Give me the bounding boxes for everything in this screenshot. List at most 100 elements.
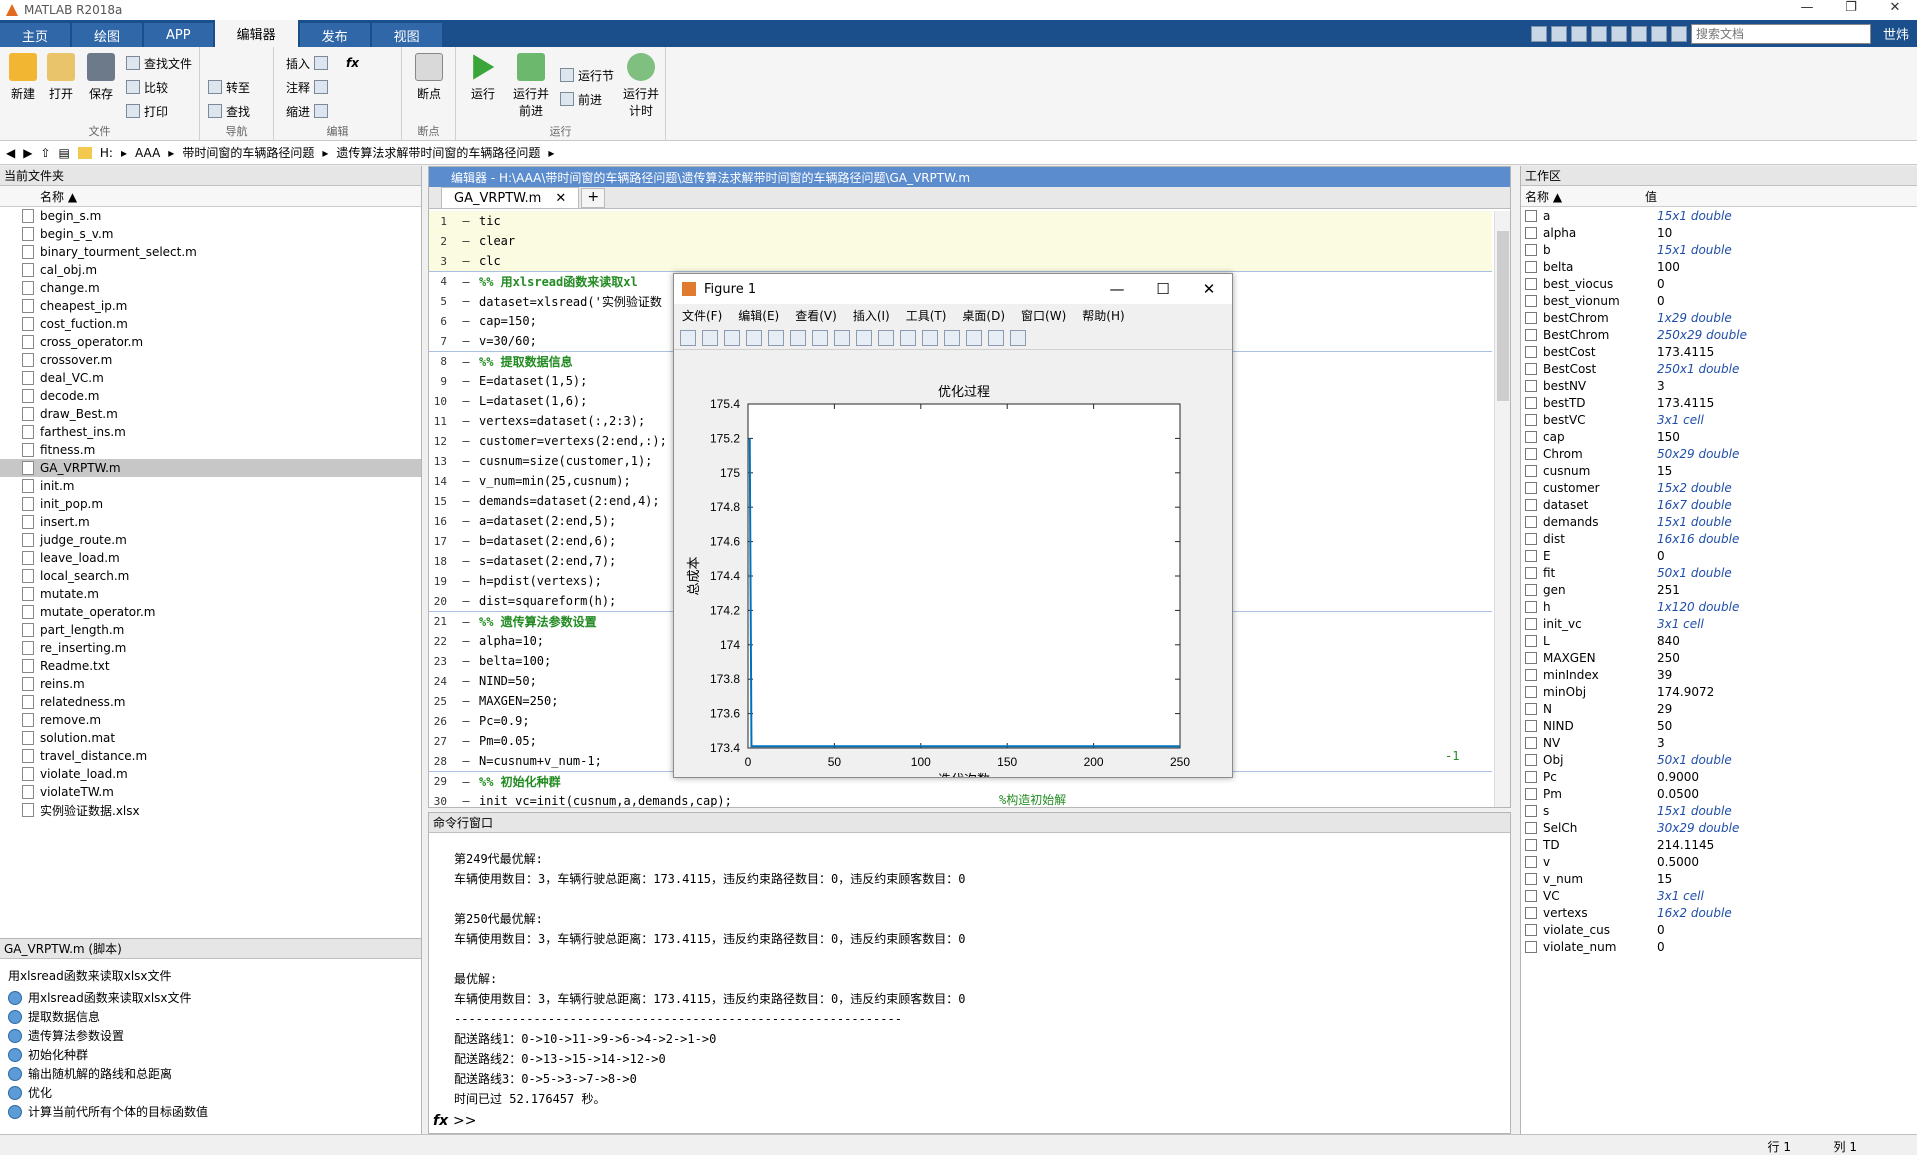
file-item[interactable]: relatedness.m bbox=[0, 693, 421, 711]
open-button[interactable]: 打开 bbox=[42, 53, 80, 102]
workspace-variable[interactable]: minObj 174.9072 bbox=[1521, 683, 1917, 700]
code-line[interactable]: 1– tic bbox=[429, 211, 1492, 231]
zoom-out-icon[interactable] bbox=[812, 329, 828, 346]
workspace-variable[interactable]: init_vc 3x1 cell bbox=[1521, 615, 1917, 632]
workspace-variable[interactable]: E0 bbox=[1521, 547, 1917, 564]
breakpoint-gutter[interactable]: – bbox=[453, 594, 479, 608]
workspace-variable[interactable]: v 0.5000 bbox=[1521, 853, 1917, 870]
run-button[interactable]: 运行 bbox=[464, 53, 502, 102]
pointer-icon[interactable] bbox=[768, 329, 784, 346]
breakpoint-gutter[interactable]: – bbox=[453, 694, 479, 708]
workspace-variable[interactable]: demands 15x1 double bbox=[1521, 513, 1917, 530]
browse-icon[interactable]: ▤ bbox=[59, 146, 70, 160]
help-icon[interactable] bbox=[1670, 25, 1687, 42]
workspace-variable[interactable]: L 840 bbox=[1521, 632, 1917, 649]
compare-button[interactable]: 比较 bbox=[126, 77, 168, 97]
brush-icon[interactable] bbox=[900, 329, 916, 346]
breakpoint-gutter[interactable]: – bbox=[453, 355, 479, 369]
back-icon[interactable]: ◀ bbox=[6, 146, 15, 160]
file-item[interactable]: deal_VC.m bbox=[0, 369, 421, 387]
maximize-button[interactable]: ❐ bbox=[1829, 0, 1873, 15]
up-folder-icon[interactable]: ⇧ bbox=[40, 146, 50, 160]
comment-button[interactable]: 注释 bbox=[286, 77, 329, 97]
file-item[interactable]: judge_route.m bbox=[0, 531, 421, 549]
workspace-variable[interactable]: best_vionum 0 bbox=[1521, 292, 1917, 309]
forward-icon[interactable]: ▶ bbox=[23, 146, 32, 160]
command-prompt[interactable]: fx >> bbox=[433, 1113, 476, 1129]
link-plot-icon[interactable] bbox=[922, 329, 938, 346]
tab-home[interactable]: 主页 bbox=[0, 23, 71, 47]
section-item[interactable]: 输出随机解的路线和总距离 bbox=[0, 1064, 421, 1083]
breakpoint-gutter[interactable]: – bbox=[453, 374, 479, 388]
breakpoint-gutter[interactable]: – bbox=[453, 414, 479, 428]
code-line[interactable]: 30– init_vc=init(cusnum,a,demands,cap); bbox=[429, 791, 1492, 807]
workspace-variable[interactable]: Chrom 50x29 double bbox=[1521, 445, 1917, 462]
section-item[interactable]: 用xlsread函数来读取xlsx文件 bbox=[0, 988, 421, 1007]
print-figure-icon[interactable] bbox=[746, 329, 762, 346]
file-item[interactable]: insert.m bbox=[0, 513, 421, 531]
name-column-header[interactable]: 名称 ▲ bbox=[0, 186, 421, 207]
data-cursor-icon[interactable] bbox=[878, 329, 894, 346]
menu-insert[interactable]: 插入(I) bbox=[853, 307, 890, 324]
file-item[interactable]: cal_obj.m bbox=[0, 261, 421, 279]
file-item[interactable]: fitness.m bbox=[0, 441, 421, 459]
menu-edit[interactable]: 编辑(E) bbox=[738, 307, 779, 324]
file-item[interactable]: local_search.m bbox=[0, 567, 421, 585]
path-segment[interactable]: H: bbox=[100, 146, 113, 160]
file-item[interactable]: solution.mat bbox=[0, 729, 421, 747]
menu-tools[interactable]: 工具(T) bbox=[906, 307, 947, 324]
workspace-variable[interactable]: BestCost 250x1 double bbox=[1521, 360, 1917, 377]
workspace-variable[interactable]: NIND 50 bbox=[1521, 717, 1917, 734]
line-chart[interactable]: 0 50 100 150 200 250 175.4 175.2 175 174.8 174.6 17… bbox=[674, 350, 1232, 787]
new-button[interactable]: 新建 bbox=[4, 53, 42, 102]
minimize-button[interactable]: — bbox=[1785, 0, 1829, 15]
breakpoint-gutter[interactable]: – bbox=[453, 794, 479, 807]
path-segment[interactable]: 带时间窗的车辆路径问题 bbox=[182, 144, 314, 161]
file-item[interactable]: crossover.m bbox=[0, 351, 421, 369]
breakpoint-gutter[interactable]: – bbox=[453, 275, 479, 289]
workspace-variable[interactable]: minIndex 39 bbox=[1521, 666, 1917, 683]
run-advance-button[interactable]: 运行并 前进 bbox=[512, 53, 550, 119]
workspace-variable[interactable]: bestTD 173.4115 bbox=[1521, 394, 1917, 411]
close-tab-icon[interactable]: ✕ bbox=[555, 191, 566, 206]
paste-icon[interactable] bbox=[1590, 25, 1607, 42]
menu-desktop[interactable]: 桌面(D) bbox=[962, 307, 1005, 324]
breakpoint-gutter[interactable]: – bbox=[453, 474, 479, 488]
tab-editor[interactable]: 编辑器 bbox=[214, 20, 298, 47]
workspace-variable[interactable]: VC 3x1 cell bbox=[1521, 887, 1917, 904]
file-item[interactable]: part_length.m bbox=[0, 621, 421, 639]
workspace-variable[interactable]: gen 251 bbox=[1521, 581, 1917, 598]
menu-view[interactable]: 查看(V) bbox=[795, 307, 837, 324]
search-docs-input[interactable] bbox=[1690, 23, 1871, 44]
menu-file[interactable]: 文件(F) bbox=[682, 307, 722, 324]
file-item[interactable]: GA_VRPTW.m bbox=[0, 459, 421, 477]
indent-button[interactable]: 缩进 bbox=[286, 101, 329, 121]
breakpoints-button[interactable]: 断点 bbox=[410, 53, 448, 102]
breakpoint-gutter[interactable]: – bbox=[453, 754, 479, 768]
workspace-variable[interactable]: dist 16x16 double bbox=[1521, 530, 1917, 547]
breakpoint-gutter[interactable]: – bbox=[453, 494, 479, 508]
scroll-thumb[interactable] bbox=[1497, 231, 1509, 401]
workspace-variable[interactable]: MAXGEN 250 bbox=[1521, 649, 1917, 666]
file-item[interactable]: farthest_ins.m bbox=[0, 423, 421, 441]
figure-maximize-button[interactable]: ☐ bbox=[1140, 274, 1186, 304]
workspace-variable[interactable]: b 15x1 double bbox=[1521, 241, 1917, 258]
workspace-variable[interactable]: a 15x1 double bbox=[1521, 207, 1917, 224]
save-icon[interactable] bbox=[1530, 25, 1547, 42]
breakpoint-gutter[interactable]: – bbox=[453, 314, 479, 328]
save-button[interactable]: 保存 bbox=[82, 53, 120, 102]
insert-button[interactable]: 插入 bbox=[286, 53, 329, 73]
pan-icon[interactable] bbox=[834, 329, 850, 346]
advance-button[interactable]: 前进 bbox=[560, 89, 602, 109]
print-button[interactable]: 打印 bbox=[126, 101, 168, 121]
breakpoint-gutter[interactable]: – bbox=[453, 234, 479, 248]
code-line[interactable]: 2– clear bbox=[429, 231, 1492, 251]
path-segment[interactable]: AAA bbox=[135, 146, 160, 160]
workspace-variable[interactable]: customer 15x2 double bbox=[1521, 479, 1917, 496]
tab-apps[interactable]: APP bbox=[144, 23, 213, 47]
editor-scrollbar[interactable] bbox=[1494, 211, 1510, 807]
breakpoint-gutter[interactable]: – bbox=[453, 334, 479, 348]
workspace-variable[interactable]: Pc 0.9000 bbox=[1521, 768, 1917, 785]
tab-plots[interactable]: 绘图 bbox=[72, 23, 143, 47]
path-segment[interactable]: 遗传算法求解带时间窗的车辆路径问题 bbox=[336, 144, 540, 161]
